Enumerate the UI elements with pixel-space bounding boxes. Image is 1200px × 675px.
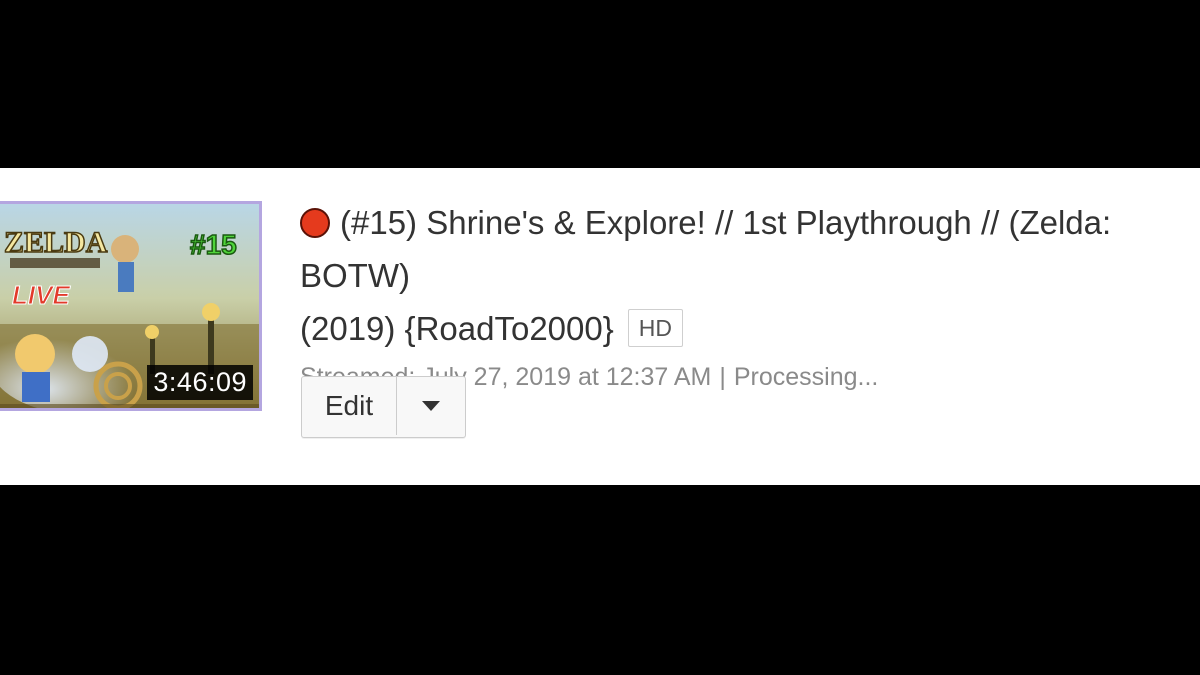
processing-status: Processing... (733, 363, 879, 391)
thumbnail-episode-text: #15 (190, 229, 237, 260)
meta-separator: | (719, 363, 726, 391)
edit-dropdown-button[interactable] (397, 377, 465, 435)
edit-button[interactable]: Edit (302, 377, 397, 435)
thumbnail-logo-text: ZELDA (4, 226, 108, 259)
video-info: (#15) Shrine's & Explore! // 1st Playthr… (300, 196, 1190, 392)
video-list-item: ZELDA LIVE #15 3:46:09 (#15) Shrine's & … (0, 168, 1200, 485)
live-record-icon (300, 208, 330, 238)
caret-down-icon (422, 401, 440, 411)
letterbox-top (0, 0, 1200, 168)
edit-button-group: Edit (301, 376, 466, 438)
video-thumbnail[interactable]: ZELDA LIVE #15 3:46:09 (0, 201, 262, 411)
letterbox-bottom (0, 485, 1200, 675)
video-title: (#15) Shrine's & Explore! // 1st Playthr… (300, 196, 1190, 302)
duration-badge: 3:46:09 (147, 365, 253, 400)
thumbnail-live-text: LIVE (12, 280, 70, 310)
video-title-line-2: (2019) {RoadTo2000} HD (300, 302, 1190, 355)
video-title-link[interactable]: (#15) Shrine's & Explore! // 1st Playthr… (300, 204, 1111, 294)
hd-badge: HD (627, 309, 683, 347)
video-title-link-2[interactable]: (2019) {RoadTo2000} (300, 310, 614, 347)
